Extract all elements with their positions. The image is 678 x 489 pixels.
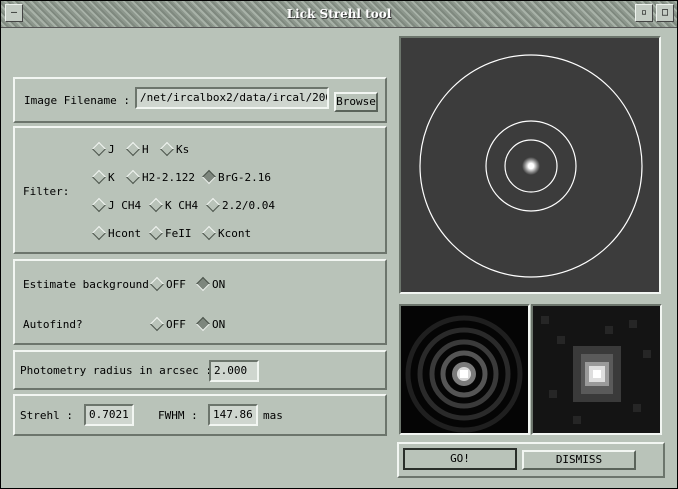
action-panel: GO! DISMISS — [397, 442, 665, 478]
filter-option-brg[interactable]: BrG-2.16 — [201, 169, 271, 185]
autofind-label: Autofind? — [23, 318, 83, 331]
radio-indicator — [125, 169, 141, 185]
psf-core — [460, 370, 468, 378]
star-core — [528, 163, 534, 169]
options-panel: Estimate background OFF ON Autofind? OFF… — [13, 259, 387, 345]
filter-option-label: K — [108, 171, 115, 184]
radio-indicator — [201, 225, 217, 241]
filter-option-label: Hcont — [108, 227, 142, 240]
filter-option-j[interactable]: J — [91, 141, 115, 157]
minimize-button[interactable]: ▫ — [635, 4, 653, 22]
radio-label: OFF — [166, 318, 186, 331]
browse-button[interactable]: Browse — [334, 92, 378, 112]
psf-aperture-plot — [401, 38, 659, 292]
filter-option-ks[interactable]: Ks — [159, 141, 190, 157]
filter-option-hcont[interactable]: Hcont — [91, 225, 142, 241]
filter-option-j-ch4[interactable]: J CH4 — [91, 197, 142, 213]
radio-indicator-selected — [195, 276, 211, 292]
filter-option-label: Kcont — [218, 227, 252, 240]
radio-label: ON — [212, 278, 226, 291]
filter-option-label: FeII — [165, 227, 192, 240]
radio-label: ON — [212, 318, 226, 331]
radio-indicator — [149, 316, 165, 332]
filter-option-h2[interactable]: H2-2.122 — [125, 169, 195, 185]
photometry-panel: Photometry radius in arcsec : 2.000 — [13, 350, 387, 390]
background-off-radio[interactable]: OFF — [149, 276, 186, 292]
radio-indicator — [148, 225, 164, 241]
radio-indicator-selected — [195, 316, 211, 332]
go-button[interactable]: GO! — [403, 448, 517, 470]
results-panel: Strehl : 0.7021 FWHM : 147.86 mas — [13, 394, 387, 436]
radio-indicator — [91, 225, 107, 241]
filter-option-label: Ks — [176, 143, 190, 156]
radio-indicator — [149, 276, 165, 292]
filter-label: Filter: — [23, 185, 70, 198]
filter-option-label: H2-2.122 — [142, 171, 195, 184]
strehl-tool-window: – Lick Strehl tool ▫ □ Image Filename : … — [0, 0, 678, 489]
autofind-on-radio[interactable]: ON — [195, 316, 226, 332]
radio-indicator — [91, 197, 107, 213]
model-psf-plot — [401, 306, 528, 433]
radio-indicator — [91, 169, 107, 185]
autofind-off-radio[interactable]: OFF — [149, 316, 186, 332]
filter-option-label: K CH4 — [165, 199, 199, 212]
dismiss-button[interactable]: DISMISS — [522, 450, 636, 470]
filter-option-kcont[interactable]: Kcont — [201, 225, 252, 241]
filename-panel: Image Filename : /net/ircalbox2/data/irc… — [13, 77, 387, 123]
filter-option-label: J — [108, 143, 115, 156]
filter-panel: Filter: J H Ks K H2-2.122 BrG-2.16 J CH4… — [13, 126, 387, 254]
radio-indicator-selected — [201, 169, 217, 185]
radio-indicator — [91, 141, 107, 157]
strehl-label: Strehl : — [20, 409, 73, 422]
psf-peak — [593, 370, 601, 378]
radio-indicator — [205, 197, 221, 213]
maximize-icon: □ — [661, 7, 669, 18]
fwhm-label: FWHM : — [158, 409, 198, 422]
filter-option-label: 2.2/0.04 — [222, 199, 275, 212]
maximize-button[interactable]: □ — [656, 4, 674, 22]
photometry-radius-label: Photometry radius in arcsec : — [20, 364, 213, 377]
filter-option-label: H — [142, 143, 149, 156]
observed-psf-plot — [533, 306, 660, 433]
title-bar[interactable]: – Lick Strehl tool ▫ □ — [1, 1, 677, 28]
psf-image-main[interactable] — [399, 36, 661, 294]
filter-option-k[interactable]: K — [91, 169, 115, 185]
filename-input[interactable]: /net/ircalbox2/data/ircal/2006 — [135, 87, 329, 109]
psf-image-model[interactable] — [399, 304, 530, 435]
filename-label: Image Filename : — [24, 94, 130, 107]
radio-indicator — [125, 141, 141, 157]
fwhm-unit-label: mas — [263, 409, 283, 422]
psf-image-observed[interactable] — [531, 304, 662, 435]
filter-option-label: BrG-2.16 — [218, 171, 271, 184]
filter-option-k-ch4[interactable]: K CH4 — [148, 197, 199, 213]
minimize-icon: ▫ — [640, 7, 648, 18]
background-on-radio[interactable]: ON — [195, 276, 226, 292]
fwhm-value-field[interactable]: 147.86 — [208, 404, 258, 426]
filter-option-2-2[interactable]: 2.2/0.04 — [205, 197, 275, 213]
filter-option-label: J CH4 — [108, 199, 142, 212]
strehl-value-field[interactable]: 0.7021 — [84, 404, 134, 426]
photometry-radius-input[interactable]: 2.000 — [209, 360, 259, 382]
window-title: Lick Strehl tool — [286, 7, 392, 21]
radio-indicator — [148, 197, 164, 213]
filter-option-feii[interactable]: FeII — [148, 225, 192, 241]
radio-label: OFF — [166, 278, 186, 291]
filter-option-h[interactable]: H — [125, 141, 149, 157]
estimate-background-label: Estimate background — [23, 278, 149, 291]
radio-indicator — [159, 141, 175, 157]
